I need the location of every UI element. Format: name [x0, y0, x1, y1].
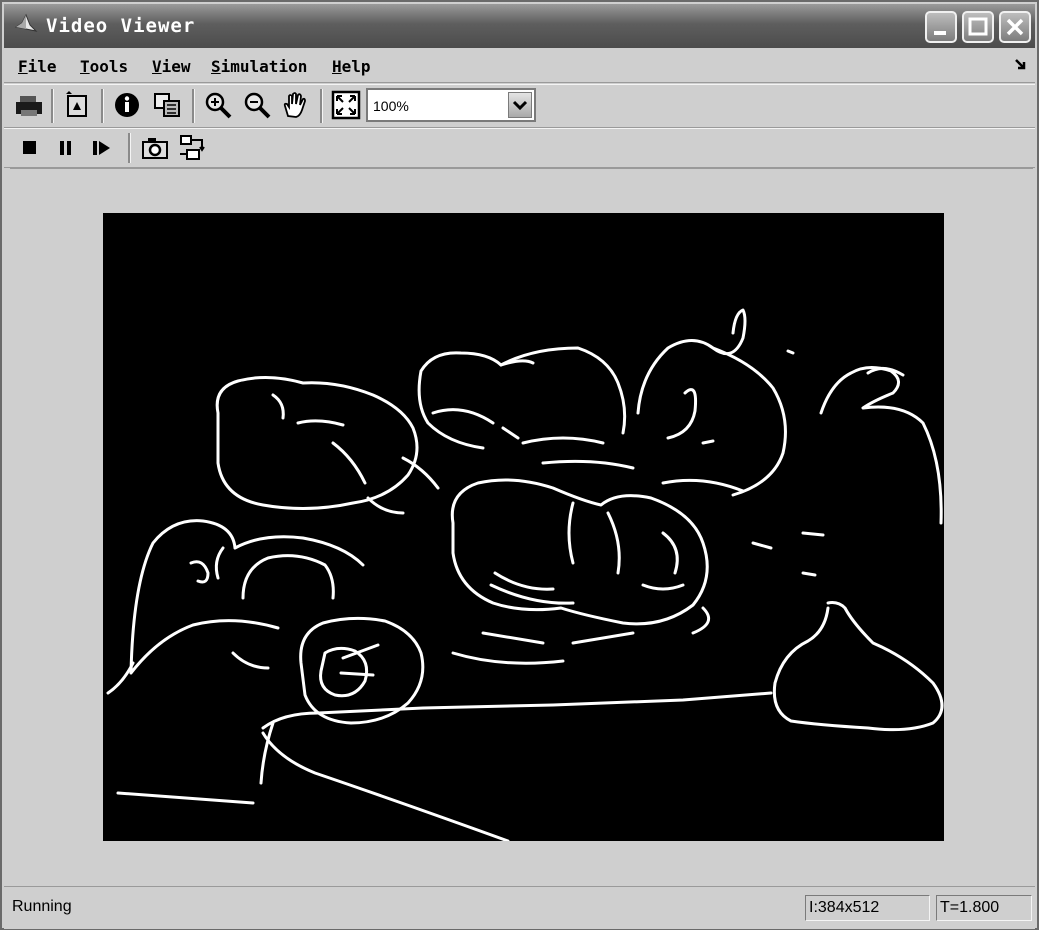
menu-file[interactable]: File [18, 57, 57, 76]
toolbar-separator [192, 89, 195, 123]
status-state: Running [12, 898, 72, 915]
info-button[interactable] [112, 90, 142, 120]
zoom-select[interactable]: 100% [366, 88, 536, 122]
maximize-icon [968, 17, 988, 36]
minimize-icon [934, 31, 946, 35]
pause-button[interactable] [52, 133, 82, 163]
print-button[interactable] [14, 90, 44, 120]
export-image-icon [66, 91, 87, 117]
status-time: T=1.800 [936, 895, 1032, 921]
fit-to-window-button[interactable] [331, 90, 361, 120]
toolbar-separator [101, 89, 104, 123]
menu-simulation[interactable]: Simulation [211, 57, 307, 76]
chevron-down-icon [512, 100, 528, 111]
minimize-button[interactable] [925, 11, 957, 43]
zoom-out-icon [244, 92, 271, 119]
print-icon [16, 96, 42, 116]
toolbar-separator [128, 133, 131, 163]
export-button[interactable] [62, 90, 92, 120]
maximize-button[interactable] [962, 11, 994, 43]
zoom-in-icon [205, 92, 232, 119]
edge-detected-peppers-image [106, 308, 944, 843]
pause-icon [60, 141, 71, 155]
stop-icon [23, 141, 36, 154]
status-bar: Running I:384x512 T=1.800 [4, 886, 1035, 929]
video-frame [103, 213, 944, 843]
pan-hand-icon [283, 92, 306, 118]
zoom-dropdown-button[interactable] [508, 92, 532, 118]
snapshot-button[interactable] [140, 133, 170, 163]
status-dimensions: I:384x512 [805, 895, 930, 921]
step-forward-icon [93, 141, 110, 155]
window-title: Video Viewer [46, 15, 196, 37]
zoom-out-button[interactable] [242, 90, 272, 120]
fit-to-window-icon [331, 90, 361, 120]
menu-help[interactable]: Help [332, 57, 371, 76]
matlab-logo-icon [14, 13, 38, 32]
pixel-region-icon [154, 93, 180, 117]
simulink-block-icon [180, 135, 205, 160]
playback-toolbar [4, 128, 1035, 168]
close-button[interactable] [999, 11, 1031, 43]
dock-arrow-icon[interactable] [1013, 56, 1029, 72]
toolbar-separator [320, 89, 323, 123]
toolbar-separator [51, 89, 54, 123]
main-toolbar: 100% [4, 84, 1035, 128]
menu-view[interactable]: View [152, 57, 191, 76]
step-forward-button[interactable] [88, 133, 118, 163]
info-icon [115, 93, 139, 117]
stop-button[interactable] [16, 133, 46, 163]
camera-icon [142, 138, 168, 159]
highlight-simulink-block-button[interactable] [178, 133, 208, 163]
pan-button[interactable] [280, 90, 310, 120]
menu-bar: File Tools View Simulation Help [4, 50, 1035, 83]
zoom-in-button[interactable] [203, 90, 233, 120]
zoom-value: 100% [373, 98, 409, 114]
menu-tools[interactable]: Tools [80, 57, 128, 76]
title-bar[interactable]: Video Viewer [4, 4, 1035, 48]
pixel-region-button[interactable] [152, 90, 182, 120]
close-icon [1006, 18, 1024, 36]
video-viewer-window: Video Viewer File Tools View Simulation … [0, 0, 1039, 930]
